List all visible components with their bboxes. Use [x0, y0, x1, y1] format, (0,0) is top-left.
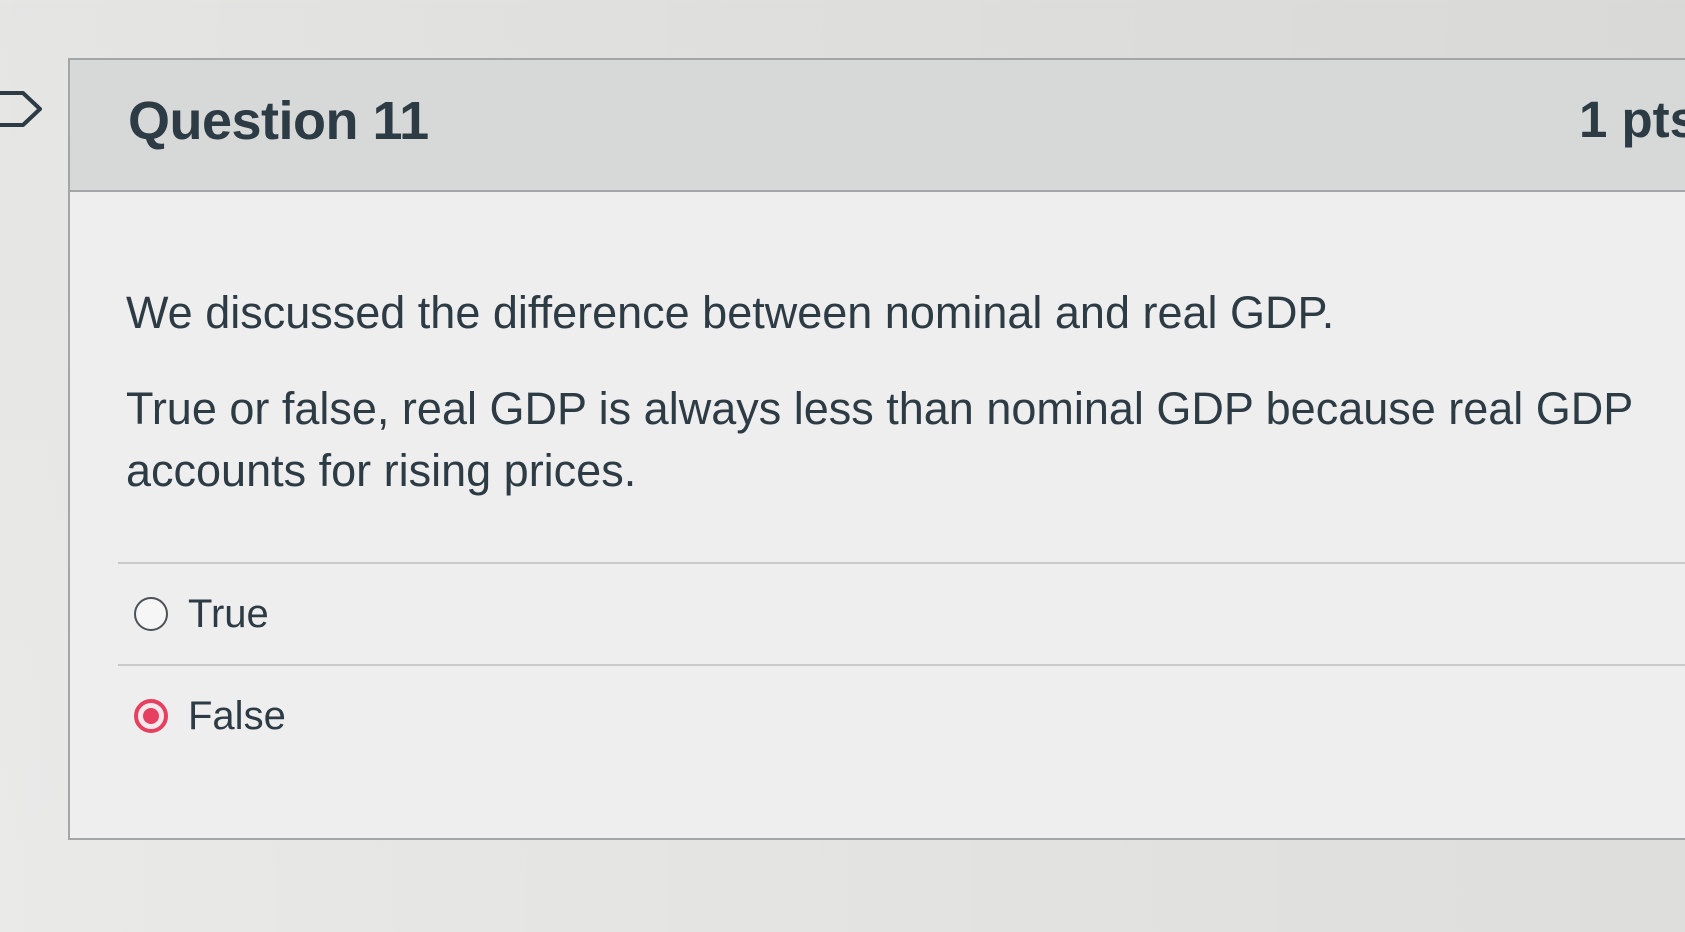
false-radio-button[interactable]: [134, 699, 168, 733]
answer-option-false-label: False: [188, 694, 286, 738]
answer-option-true-label: True: [188, 592, 269, 636]
question-header: Question 11 1 pts: [70, 60, 1685, 192]
question-prompt-line-1: We discussed the difference between nomi…: [126, 287, 1335, 338]
bookmark-flag-icon[interactable]: [0, 89, 44, 129]
answer-option-false[interactable]: False: [118, 666, 1685, 766]
question-title: Question 11: [128, 91, 429, 151]
answer-option-true[interactable]: True: [118, 564, 1685, 664]
true-radio-button[interactable]: [134, 597, 168, 631]
question-text: We discussed the difference between nomi…: [126, 282, 1646, 502]
answer-options: True False: [118, 562, 1685, 766]
question-points: 1 pts: [1579, 91, 1685, 148]
question-card: Question 11 1 pts We discussed the diffe…: [68, 58, 1685, 840]
question-prompt-line-2: True or false, real GDP is always less t…: [126, 383, 1633, 496]
